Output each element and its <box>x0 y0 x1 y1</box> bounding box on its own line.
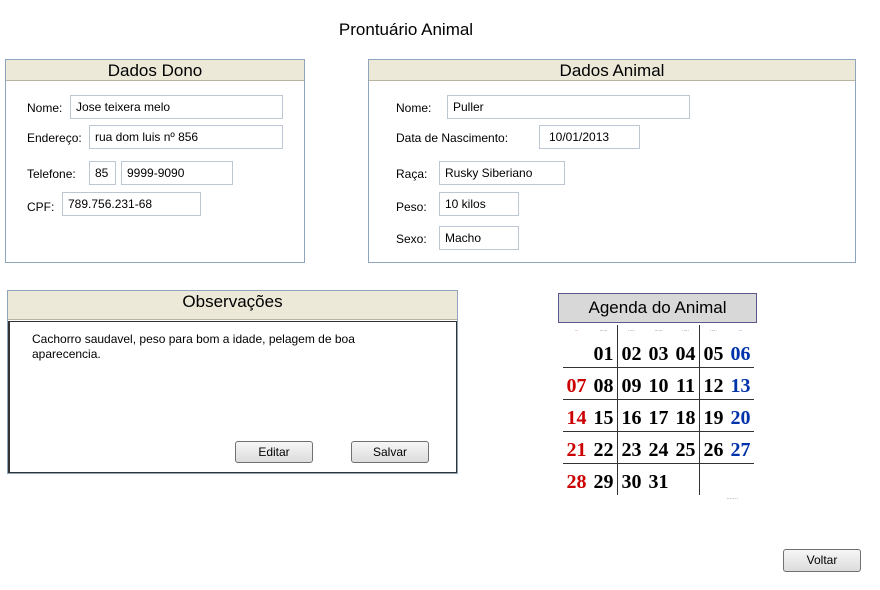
animal-breed-label: Raça: <box>396 167 428 181</box>
calendar-day[interactable]: 10 <box>645 367 672 400</box>
calendar-day[interactable]: 01 <box>590 336 618 368</box>
dow-friday: ····· <box>699 325 727 336</box>
calendar-day[interactable]: 26 <box>699 431 727 464</box>
calendar-day[interactable]: 28 <box>563 463 590 495</box>
observations-panel: Observações Cachorro saudavel, peso para… <box>7 290 458 474</box>
calendar-day[interactable]: 21 <box>563 431 590 464</box>
calendar-week: 07 08 09 10 11 12 13 <box>563 367 754 400</box>
calendar-day[interactable]: 23 <box>617 431 645 464</box>
owner-address-label: Endereço: <box>27 131 82 145</box>
calendar-empty-cell <box>699 463 727 495</box>
animal-weight-field[interactable]: 10 kilos <box>439 192 519 216</box>
owner-name-field[interactable]: Jose teixera melo <box>70 95 283 119</box>
calendar-week: 21 22 23 24 25 26 27 <box>563 431 754 464</box>
calendar-day[interactable]: 11 <box>672 367 700 400</box>
animal-name-label: Nome: <box>396 101 432 115</box>
agenda-calendar[interactable]: ··· ······ ····· ······ ····· ····· ··· … <box>563 325 754 502</box>
calendar-day[interactable]: 08 <box>590 367 618 400</box>
calendar-day[interactable]: 27 <box>727 431 754 464</box>
calendar-day[interactable]: 17 <box>645 399 672 432</box>
owner-phone-number-field[interactable]: 9999-9090 <box>121 161 233 185</box>
owner-phone-ddd-field[interactable]: 85 <box>89 161 116 185</box>
calendar-day[interactable]: 15 <box>590 399 618 432</box>
calendar-week: 14 15 16 17 18 19 20 <box>563 399 754 432</box>
owner-panel-heading: Dados Dono <box>6 60 304 81</box>
dow-tuesday: ····· <box>617 325 645 336</box>
agenda-heading: Agenda do Animal <box>558 293 757 323</box>
calendar-week: 01 02 03 04 05 06 <box>563 336 754 368</box>
observations-text: Cachorro saudavel, peso para bom a idade… <box>32 332 355 361</box>
calendar-day[interactable]: 18 <box>672 399 700 432</box>
calendar-empty-cell <box>727 463 754 495</box>
owner-phone-label: Telefone: <box>27 167 76 181</box>
calendar-day[interactable]: 14 <box>563 399 590 432</box>
owner-cpf-field[interactable]: 789.756.231-68 <box>62 192 201 216</box>
calendar-day[interactable]: 04 <box>672 336 700 368</box>
calendar-day[interactable]: 13 <box>727 367 754 400</box>
edit-button[interactable]: Editar <box>235 441 313 463</box>
calendar-footer-mark: ······· <box>726 496 738 502</box>
calendar-day[interactable]: 29 <box>590 463 618 495</box>
calendar-day[interactable]: 30 <box>617 463 645 495</box>
calendar-day[interactable]: 05 <box>699 336 727 368</box>
animal-birth-field[interactable]: 10/01/2013 <box>539 125 640 149</box>
calendar-day[interactable]: 22 <box>590 431 618 464</box>
animal-panel: Dados Animal Nome: Puller Data de Nascim… <box>368 59 856 263</box>
dow-sunday: ··· <box>574 327 579 333</box>
dow-saturday: ··· <box>738 327 743 333</box>
owner-cpf-label: CPF: <box>27 200 55 214</box>
calendar-day[interactable]: 03 <box>645 336 672 368</box>
owner-name-label: Nome: <box>27 101 63 115</box>
calendar-day[interactable]: 09 <box>617 367 645 400</box>
dow-thursday: ····· <box>682 327 689 333</box>
dow-wednesday: ······ <box>654 327 663 333</box>
dow-monday: ······ <box>599 327 608 333</box>
observations-heading: Observações <box>8 291 457 320</box>
calendar-day[interactable]: 16 <box>617 399 645 432</box>
animal-panel-heading: Dados Animal <box>369 60 855 81</box>
save-button[interactable]: Salvar <box>351 441 429 463</box>
animal-weight-label: Peso: <box>396 200 427 214</box>
calendar-day[interactable]: 31 <box>645 463 672 495</box>
calendar-day[interactable]: 07 <box>563 367 590 400</box>
calendar-empty-cell <box>563 336 590 368</box>
owner-panel: Dados Dono Nome: Jose teixera melo Ender… <box>5 59 305 263</box>
animal-birth-label: Data de Nascimento: <box>396 131 509 145</box>
calendar-day[interactable]: 25 <box>672 431 700 464</box>
calendar-day[interactable]: 20 <box>727 399 754 432</box>
calendar-day[interactable]: 02 <box>617 336 645 368</box>
calendar-day[interactable]: 06 <box>727 336 754 368</box>
back-button[interactable]: Voltar <box>783 549 861 572</box>
calendar-week: 28 29 30 31 <box>563 463 754 495</box>
owner-address-field[interactable]: rua dom luis nº 856 <box>89 125 283 149</box>
animal-breed-field[interactable]: Rusky Siberiano <box>439 161 565 185</box>
calendar-day[interactable]: 19 <box>699 399 727 432</box>
animal-sex-field[interactable]: Macho <box>439 226 519 250</box>
calendar-empty-cell <box>672 463 700 495</box>
calendar-day[interactable]: 24 <box>645 431 672 464</box>
animal-sex-label: Sexo: <box>396 232 427 246</box>
page-title: Prontuário Animal <box>338 20 474 39</box>
animal-name-field[interactable]: Puller <box>447 95 690 119</box>
calendar-day[interactable]: 12 <box>699 367 727 400</box>
